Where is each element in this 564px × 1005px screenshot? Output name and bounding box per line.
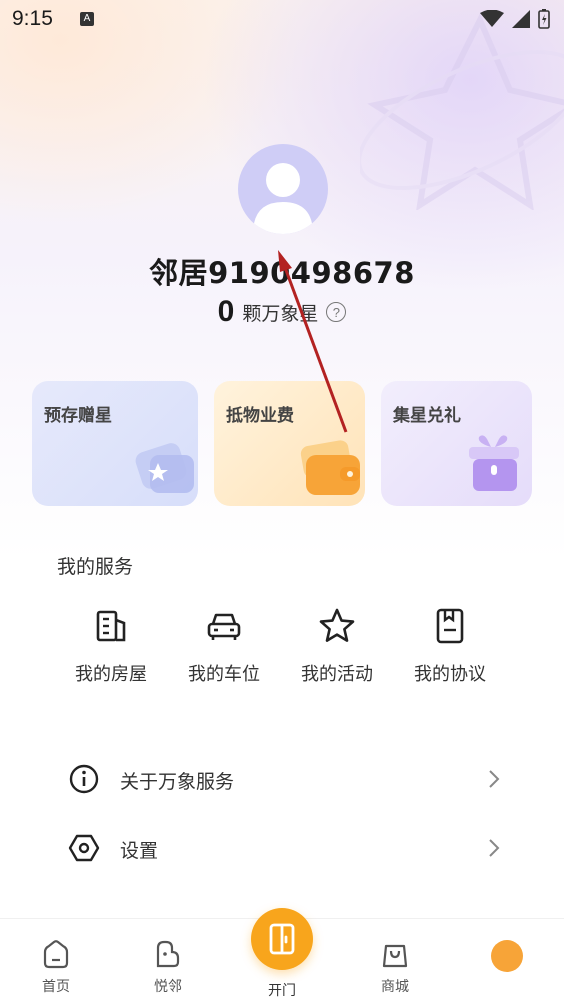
- open-door-button[interactable]: [251, 908, 313, 970]
- tab-me-avatar-icon[interactable]: [491, 940, 523, 972]
- battery-icon: [538, 9, 550, 29]
- tab-open-label: 开门: [268, 983, 296, 999]
- wallet-icon: [300, 440, 360, 495]
- service-label: 我的车位: [188, 664, 260, 685]
- chevron-right-icon: [489, 770, 500, 788]
- menu-row-label: 设置: [120, 840, 159, 862]
- tab-neighbors[interactable]: 悦邻: [128, 938, 208, 996]
- card-title: 集星兑礼: [393, 406, 461, 426]
- stars-label: 颗万象星: [242, 302, 319, 325]
- settings-hex-icon: [68, 834, 100, 862]
- building-icon: [96, 610, 126, 642]
- wallet-star-icon: [135, 443, 194, 493]
- service-label: 我的活动: [301, 664, 373, 685]
- chevron-right-icon: [489, 839, 500, 857]
- card-deduct-property-fee[interactable]: 抵物业费: [214, 381, 365, 506]
- tab-label: 商城: [381, 979, 409, 995]
- tab-label: 首页: [42, 979, 70, 995]
- card-title: 预存赠星: [44, 406, 112, 426]
- card-title: 抵物业费: [226, 406, 294, 426]
- service-my-parking[interactable]: 我的车位: [174, 606, 274, 686]
- status-bar: 9:15 A: [0, 0, 564, 40]
- wifi-icon: [480, 10, 504, 27]
- status-icons: [480, 9, 550, 29]
- star-icon: [319, 608, 355, 642]
- avatar[interactable]: [238, 144, 328, 234]
- card-stars-redeem-gift[interactable]: 集星兑礼: [381, 381, 532, 506]
- help-icon[interactable]: ?: [326, 302, 347, 322]
- stars-count: 0: [217, 295, 235, 328]
- card-prepay-bonus-stars[interactable]: 预存赠星: [32, 381, 198, 506]
- status-time: 9:15: [12, 7, 53, 30]
- decorative-star-graphic: [360, 12, 564, 210]
- neighbors-icon: [156, 940, 180, 968]
- username: 邻居9190498678: [149, 256, 415, 290]
- shopping-bag-icon: [382, 944, 408, 968]
- stars-summary: 0 颗万象星 ?: [0, 295, 564, 329]
- section-title-my-services: 我的服务: [57, 556, 134, 578]
- service-label: 我的房屋: [75, 664, 147, 685]
- menu-row-about[interactable]: 关于万象服务: [56, 753, 508, 809]
- notification-a-icon: A: [80, 12, 94, 26]
- gift-icon: [469, 435, 519, 491]
- signal-icon: [512, 10, 530, 28]
- document-icon: [436, 608, 464, 644]
- menu-row-settings[interactable]: 设置: [56, 822, 508, 878]
- service-my-house[interactable]: 我的房屋: [61, 606, 161, 686]
- service-my-activities[interactable]: 我的活动: [287, 606, 387, 686]
- home-icon: [43, 940, 69, 969]
- tab-home[interactable]: 首页: [16, 938, 96, 996]
- car-icon: [207, 613, 241, 640]
- user-silhouette-icon: [253, 163, 313, 234]
- door-icon: [269, 923, 295, 955]
- tab-label: 悦邻: [154, 979, 182, 995]
- tab-mall[interactable]: 商城: [355, 938, 435, 996]
- menu-row-label: 关于万象服务: [120, 771, 235, 793]
- service-my-agreements[interactable]: 我的协议: [400, 606, 500, 686]
- info-icon: [69, 764, 99, 794]
- service-label: 我的协议: [414, 664, 486, 685]
